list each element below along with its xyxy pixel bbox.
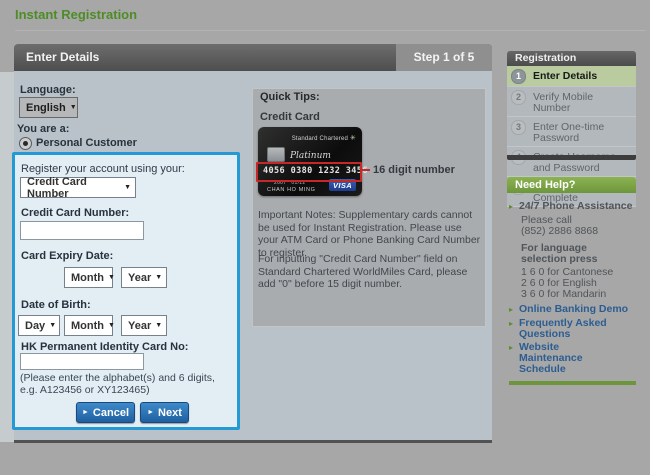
step-row-one-time-password: 3 Enter One-time Password: [507, 117, 636, 147]
credit-card-number-input[interactable]: [20, 221, 144, 240]
personal-customer-radio[interactable]: [19, 137, 32, 150]
need-help-header: Need Help?: [507, 177, 636, 193]
step-row-verify-mobile: 2 Verify Mobile Number: [507, 87, 636, 117]
button-arrow-icon: ►: [82, 409, 89, 416]
important-note-1: Important Notes: Supplementary cards can…: [258, 209, 482, 259]
step-indicator: Step 1 of 5: [396, 44, 492, 71]
need-help-box: Need Help? ▸ 24/7 Phone Assistance Pleas…: [507, 177, 636, 391]
customer-type-label: You are a:: [17, 123, 69, 135]
dob-year-select[interactable]: Year ▼: [121, 315, 167, 336]
card-chip: [267, 147, 285, 162]
chevron-down-icon: ▼: [70, 104, 77, 111]
arrow-bullet-icon: ▸: [509, 318, 519, 330]
credit-card-number-label: Credit Card Number:: [21, 207, 129, 219]
quick-tips-card-label: Credit Card: [260, 111, 320, 123]
register-using-select[interactable]: Credit Card Number ▼: [20, 177, 136, 198]
card-number: 4056 0380 1232 3456: [263, 166, 368, 176]
enter-details-header: Enter Details Step 1 of 5: [14, 44, 492, 71]
next-button[interactable]: ► Next: [140, 402, 189, 423]
chevron-down-icon: ▼: [124, 184, 131, 191]
registration-steps-header: Registration: [507, 51, 636, 66]
need-help-bottom-bar: [509, 381, 636, 385]
language-selection-label: For language selection press: [521, 243, 629, 265]
language-label: Language:: [20, 84, 76, 96]
instant-registration-page: Instant Registration Enter Details Step …: [0, 0, 650, 475]
faq-link[interactable]: ▸ Frequently Asked Questions: [509, 318, 636, 340]
callout-line: [360, 169, 370, 171]
visa-logo: VISA: [329, 179, 356, 191]
card-expiry-label: Card Expiry Date:: [21, 250, 113, 262]
dob-month-select[interactable]: Month ▼: [64, 315, 113, 336]
need-help-body: ▸ 24/7 Phone Assistance Please call (852…: [507, 193, 636, 391]
quick-tips-box: [252, 88, 486, 327]
dob-label: Date of Birth:: [21, 299, 91, 311]
maintenance-schedule-link[interactable]: ▸ Website Maintenance Schedule: [509, 342, 636, 375]
expiry-month-select[interactable]: Month ▼: [64, 267, 113, 288]
quick-tips-title: Quick Tips:: [260, 91, 320, 103]
register-using-label: Register your account using your:: [21, 163, 185, 175]
expiry-year-select[interactable]: Year ▼: [121, 267, 167, 288]
language-select[interactable]: English ▼: [19, 97, 78, 118]
title-divider: [15, 30, 646, 31]
hkid-hint: (Please enter the alphabet(s) and 6 digi…: [20, 372, 228, 396]
cancel-button[interactable]: ► Cancel: [76, 402, 135, 423]
arrow-bullet-icon: ▸: [509, 342, 519, 354]
arrow-bullet-icon: ▸: [509, 201, 519, 213]
step-number-badge: 2: [511, 90, 526, 105]
credit-card-image: Standard Chartered ✳ Platinum 4056 0380 …: [258, 127, 362, 196]
card-dates: 2007 01/12: [274, 180, 305, 186]
step-number-badge: 3: [511, 120, 526, 135]
steps-bottom-bar: [507, 155, 636, 160]
step-row-create-username: 4 Create Username and Password: [507, 147, 636, 177]
page-title: Instant Registration: [15, 7, 137, 22]
step-number-badge: 1: [511, 69, 526, 84]
lang-option-mandarin: 3 6 0 for Mandarin: [521, 289, 636, 300]
phone-assistance-item: ▸ 24/7 Phone Assistance: [509, 201, 636, 213]
bank-logo-icon: ✳: [350, 135, 356, 142]
callout-text: 16 digit number: [373, 164, 455, 176]
phone-number: (852) 2886 8868: [521, 226, 636, 237]
button-arrow-icon: ►: [147, 409, 154, 416]
dob-day-select[interactable]: Day ▼: [18, 315, 60, 336]
chevron-down-icon: ▼: [155, 322, 162, 329]
card-tier: Platinum: [290, 151, 331, 161]
step-row-enter-details[interactable]: 1 Enter Details: [507, 66, 636, 87]
important-note-2: For inputting "Credit Card Number" field…: [258, 253, 482, 291]
card-holder: CHAN HO MING: [267, 187, 315, 193]
card-brand: Standard Chartered ✳: [292, 134, 356, 142]
chevron-down-icon: ▼: [108, 322, 115, 329]
arrow-bullet-icon: ▸: [509, 304, 519, 316]
online-banking-demo-link[interactable]: ▸ Online Banking Demo: [509, 304, 636, 316]
personal-customer-label: Personal Customer: [36, 137, 137, 149]
hkid-label: HK Permanent Identity Card No:: [21, 341, 188, 353]
chevron-down-icon: ▼: [155, 274, 162, 281]
chevron-down-icon: ▼: [49, 322, 56, 329]
panel-title: Enter Details: [26, 44, 99, 71]
hkid-input[interactable]: [20, 353, 144, 370]
chevron-down-icon: ▼: [108, 274, 115, 281]
